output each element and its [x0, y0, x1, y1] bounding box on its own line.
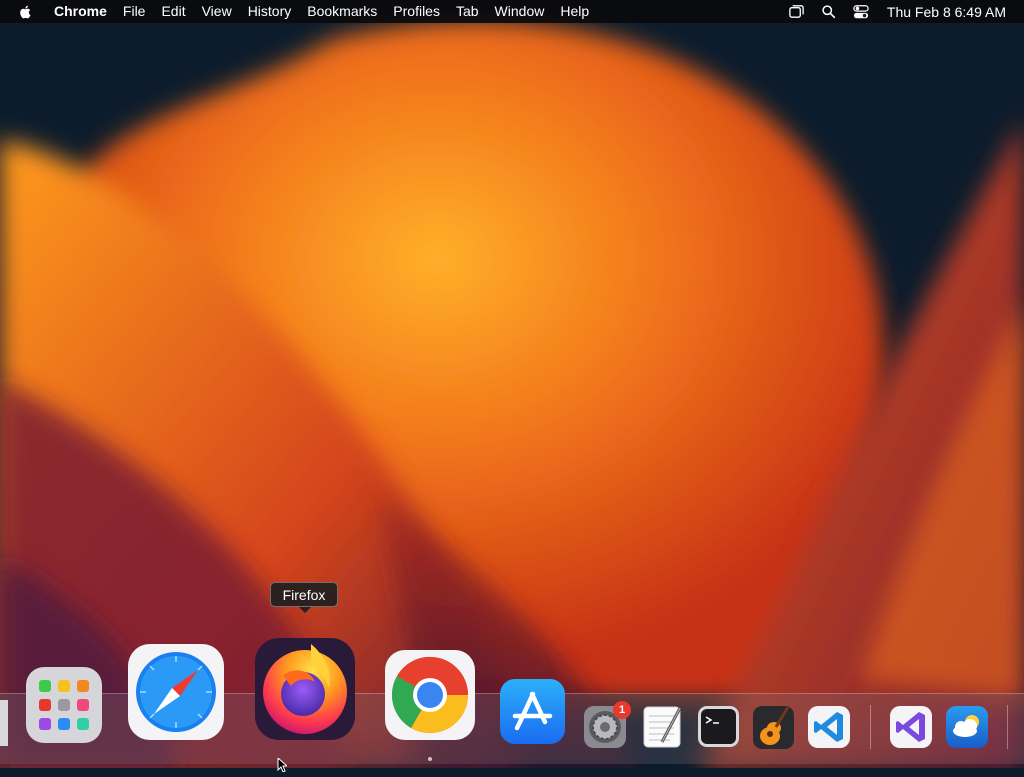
menu-edit[interactable]: Edit: [153, 0, 193, 23]
dock-separator-right: [1007, 705, 1008, 749]
visual-studio-dock-icon[interactable]: [889, 705, 933, 749]
menu-bar: Chrome File Edit View History Bookmarks …: [0, 0, 1024, 23]
search-icon[interactable]: [820, 3, 838, 21]
terminal-dock-icon[interactable]: [697, 705, 740, 748]
finder-dock-icon[interactable]: [0, 700, 8, 746]
menu-clock[interactable]: Thu Feb 8 6:49 AM: [887, 4, 1006, 20]
weather-dock-icon[interactable]: [945, 705, 989, 749]
menu-app-name[interactable]: Chrome: [46, 0, 115, 23]
textedit-dock-icon[interactable]: [640, 704, 685, 749]
control-center-icon[interactable]: [852, 3, 870, 21]
menu-history[interactable]: History: [240, 0, 300, 23]
app-store-dock-icon[interactable]: [499, 678, 566, 745]
menu-profiles[interactable]: Profiles: [385, 0, 448, 23]
menu-file[interactable]: File: [115, 0, 154, 23]
firefox-dock-icon[interactable]: [253, 636, 357, 742]
dock-tooltip: Firefox: [270, 582, 338, 613]
screen-mirroring-icon[interactable]: [788, 3, 806, 21]
menu-help[interactable]: Help: [552, 0, 597, 23]
apple-menu-icon[interactable]: [18, 3, 36, 21]
menu-bookmarks[interactable]: Bookmarks: [299, 0, 385, 23]
dock-tooltip-label: Firefox: [282, 587, 326, 603]
menu-window[interactable]: Window: [487, 0, 553, 23]
safari-dock-icon[interactable]: [126, 642, 226, 742]
menu-tab[interactable]: Tab: [448, 0, 487, 23]
chrome-dock-icon[interactable]: [383, 648, 477, 742]
mouse-cursor: [277, 756, 289, 773]
vscode-dock-icon[interactable]: [807, 705, 851, 749]
chrome-running-indicator: [428, 757, 432, 761]
launchpad-dock-icon[interactable]: [24, 665, 104, 745]
dock-separator: [870, 705, 871, 749]
system-settings-dock-icon[interactable]: 1: [583, 701, 631, 749]
system-settings-badge: 1: [613, 701, 631, 719]
garageband-dock-icon[interactable]: [752, 703, 795, 750]
tooltip-arrow: [299, 607, 311, 613]
menu-view[interactable]: View: [194, 0, 240, 23]
